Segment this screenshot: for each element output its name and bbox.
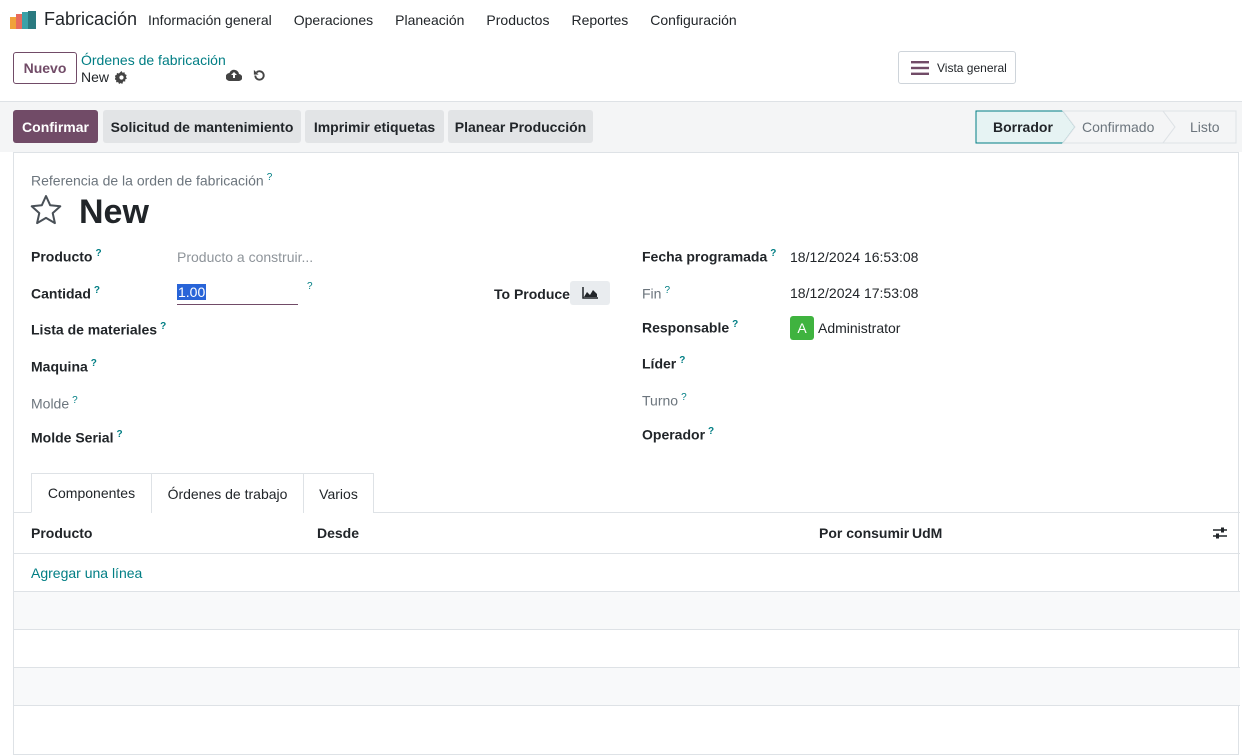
avatar: A (790, 316, 814, 340)
tab-ordenes-de-trabajo[interactable]: Órdenes de trabajo (151, 473, 304, 513)
responsable-value[interactable]: Administrator (818, 320, 900, 336)
cloud-upload-icon[interactable] (226, 68, 242, 82)
forecast-chart-button[interactable] (570, 281, 610, 305)
turno-label-text: Turno (642, 392, 679, 409)
main-menu: Información general Operaciones Planeaci… (148, 12, 759, 28)
operador-label-text: Operador (642, 426, 706, 443)
list-row (14, 667, 1240, 705)
tab-varios[interactable]: Varios (303, 473, 374, 513)
breadcrumb[interactable]: Órdenes de fabricación (81, 52, 226, 68)
new-button[interactable]: Nuevo (13, 52, 77, 84)
help-tooltip[interactable]: ? (116, 429, 122, 440)
menu-operaciones[interactable]: Operaciones (294, 12, 373, 28)
lider-label-text: Líder (642, 355, 677, 372)
cantidad-label-text: Cantidad (31, 285, 91, 302)
stage-confirmado[interactable]: Confirmado (1082, 110, 1154, 143)
molde-label-text: Molde (31, 395, 70, 412)
column-por-consumir[interactable]: Por consumir (819, 525, 909, 541)
help-tooltip[interactable]: ? (91, 358, 97, 369)
overview-button-label: Vista general (937, 60, 1007, 75)
lista-materiales-label: Lista de materiales? (31, 321, 166, 338)
column-producto[interactable]: Producto (31, 525, 92, 541)
cantidad-input[interactable]: 1.00 (177, 284, 298, 305)
menu-productos[interactable]: Productos (486, 12, 549, 28)
turno-label: Turno? (642, 392, 687, 409)
help-tooltip[interactable]: ? (307, 281, 313, 292)
help-tooltip[interactable]: ? (664, 285, 670, 296)
responsable-label-text: Responsable (642, 319, 730, 336)
help-tooltip[interactable]: ? (95, 248, 101, 259)
cantidad-value: 1.00 (177, 284, 207, 300)
list-row (14, 705, 1240, 743)
fin-label: Fin? (642, 285, 670, 302)
molde-serial-label-text: Molde Serial (31, 429, 114, 446)
overview-button[interactable]: Vista general (898, 51, 1016, 84)
column-desde[interactable]: Desde (317, 525, 359, 541)
status-bar: Confirmar Solicitud de mantenimiento Imp… (0, 102, 1242, 152)
menu-planeacion[interactable]: Planeación (395, 12, 464, 28)
menu-reportes[interactable]: Reportes (571, 12, 628, 28)
print-labels-button[interactable]: Imprimir etiquetas (305, 110, 444, 143)
fin-value[interactable]: 18/12/2024 17:53:08 (790, 285, 918, 301)
maintenance-request-button[interactable]: Solicitud de mantenimiento (103, 110, 301, 143)
lista-materiales-label-text: Lista de materiales (31, 321, 158, 338)
record-title[interactable]: New (79, 193, 149, 232)
help-tooltip[interactable]: ? (770, 248, 776, 259)
confirm-button[interactable]: Confirmar (13, 110, 98, 143)
help-tooltip[interactable]: ? (72, 395, 78, 406)
responsable-label: Responsable? (642, 319, 738, 336)
maquina-label: Maquina? (31, 358, 97, 375)
help-tooltip[interactable]: ? (267, 172, 273, 183)
help-tooltip[interactable]: ? (94, 285, 100, 296)
operador-label: Operador? (642, 426, 714, 443)
cantidad-label: Cantidad? (31, 285, 100, 302)
gear-icon[interactable] (115, 70, 128, 84)
star-icon[interactable] (30, 194, 62, 226)
list-row (14, 591, 1240, 629)
app-name[interactable]: Fabricación (44, 9, 137, 30)
stage-borrador[interactable]: Borrador (993, 110, 1053, 143)
producto-input[interactable]: Producto a construir... (177, 249, 313, 265)
plan-production-button[interactable]: Planear Producción (448, 110, 593, 143)
lider-label: Líder? (642, 355, 685, 372)
stage-listo[interactable]: Listo (1190, 110, 1220, 143)
settings-sliders-icon[interactable] (1212, 525, 1228, 541)
record-name-line: New (81, 69, 128, 85)
menu-lines-icon (911, 60, 929, 75)
list-row (14, 629, 1240, 667)
fecha-programada-value[interactable]: 18/12/2024 16:53:08 (790, 249, 918, 265)
help-tooltip[interactable]: ? (681, 392, 687, 403)
column-udm[interactable]: UdM (912, 525, 942, 541)
molde-serial-label: Molde Serial? (31, 429, 123, 446)
maquina-label-text: Maquina (31, 358, 88, 375)
area-chart-icon (582, 287, 598, 299)
add-line-link[interactable]: Agregar una línea (31, 565, 142, 581)
top-navbar: Fabricación Información general Operacio… (0, 0, 1242, 40)
menu-informacion-general[interactable]: Información general (148, 12, 272, 28)
producto-label-text: Producto (31, 248, 93, 265)
list-header: Producto Desde Por consumir UdM (14, 513, 1240, 554)
form-sheet: Referencia de la orden de fabricación? N… (13, 152, 1240, 755)
help-tooltip[interactable]: ? (679, 355, 685, 366)
fecha-programada-label-text: Fecha programada (642, 248, 768, 265)
app-logo-icon[interactable] (10, 11, 36, 29)
control-panel: Nuevo Órdenes de fabricación New Vista g… (0, 40, 1242, 102)
fin-label-text: Fin (642, 285, 662, 302)
fecha-programada-label: Fecha programada? (642, 248, 776, 265)
menu-configuracion[interactable]: Configuración (650, 12, 736, 28)
help-tooltip[interactable]: ? (732, 319, 738, 330)
reference-label-text: Referencia de la orden de fabricación (31, 172, 264, 189)
notebook-tabs: Componentes Órdenes de trabajo Varios (14, 473, 1240, 513)
help-tooltip[interactable]: ? (708, 426, 714, 437)
molde-label: Molde? (31, 395, 78, 412)
tab-componentes[interactable]: Componentes (31, 473, 152, 513)
reference-label: Referencia de la orden de fabricación? (31, 172, 272, 189)
help-tooltip[interactable]: ? (160, 321, 166, 332)
producto-label: Producto? (31, 248, 102, 265)
undo-icon[interactable] (252, 68, 267, 83)
to-produce-label: To Produce (494, 286, 570, 302)
record-name: New (81, 69, 110, 85)
